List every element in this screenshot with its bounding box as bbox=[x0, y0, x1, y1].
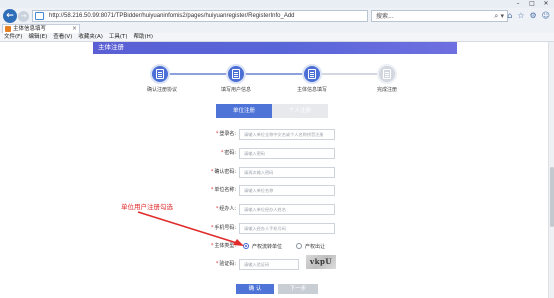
step-2-icon bbox=[226, 64, 246, 84]
gear-icon[interactable]: ⚙ bbox=[529, 11, 536, 21]
captcha-image[interactable]: vkpU bbox=[306, 255, 336, 269]
step-4-label: 完成注册 bbox=[377, 87, 398, 93]
window-titlebar: – □ ✕ bbox=[0, 0, 554, 8]
radio-transfer-unit-label: 产权流转单位 bbox=[252, 243, 283, 250]
menu-favorites[interactable]: 收藏夹(A) bbox=[78, 33, 103, 41]
tab-unit-register[interactable]: 单位注册 bbox=[216, 104, 272, 118]
subject-type-options: 产权流转单位 产权出让 bbox=[243, 241, 325, 251]
toolbar-icons: ⌂ ☆ ⚙ ☺ bbox=[507, 11, 550, 21]
search-input[interactable]: ⌕ ▾ 搜索... bbox=[371, 10, 508, 22]
url-text: http://58.216.50.99:8071/TPBidder/huiyua… bbox=[49, 13, 295, 19]
login-placeholder: 请输入单位全称中文名或个人名称拼音注册 bbox=[244, 132, 324, 137]
form-row-captcha: *验证码: bbox=[150, 258, 236, 270]
menu-view[interactable]: 查看(V) bbox=[53, 33, 72, 41]
password-placeholder: 请输入密码 bbox=[244, 151, 265, 156]
home-icon[interactable]: ⌂ bbox=[507, 11, 512, 21]
phone-input[interactable]: 请输入经办人手机号码 bbox=[239, 223, 335, 234]
next-step-button[interactable]: 下一步 bbox=[278, 284, 318, 294]
password-input[interactable]: 请输入密码 bbox=[239, 148, 335, 159]
form-row-login: *登录名: bbox=[150, 128, 236, 140]
register-type-tabs: 单位注册 个人注册 bbox=[216, 104, 328, 118]
unit-name-input[interactable]: 请输入单位名称 bbox=[239, 185, 335, 196]
login-label: *登录名: bbox=[215, 131, 236, 137]
radio-unchecked-icon[interactable] bbox=[296, 243, 303, 249]
confirm-password-label: *确认密码: bbox=[210, 169, 236, 175]
handler-input[interactable]: 请输入单位经办人姓名 bbox=[239, 204, 335, 215]
unit-name-placeholder: 请输入单位名称 bbox=[244, 188, 274, 193]
confirm-button[interactable]: 确 认 bbox=[236, 284, 274, 294]
address-bar: ← → http://58.216.50.99:8071/TPBidder/hu… bbox=[0, 8, 554, 24]
step-1-icon bbox=[150, 64, 170, 84]
tab-favicon bbox=[5, 26, 11, 32]
tab-title: 主体信息填写 bbox=[13, 26, 47, 32]
captcha-label: *验证码: bbox=[215, 261, 236, 267]
form-row-password: *密码: bbox=[150, 147, 236, 159]
menu-help[interactable]: 帮助(H) bbox=[134, 33, 153, 41]
menu-edit[interactable]: 编辑(E) bbox=[28, 33, 47, 41]
step-2-label: 填写用户信息 bbox=[221, 87, 252, 93]
tab-current[interactable]: 主体信息填写 × bbox=[2, 24, 80, 33]
login-input[interactable]: 请输入单位全称中文名或个人名称拼音注册 bbox=[239, 129, 335, 140]
radio-transferor-label: 产权出让 bbox=[305, 243, 326, 250]
page-title: 主体注册 bbox=[98, 43, 124, 51]
unit-name-label: *单位名称: bbox=[210, 187, 236, 193]
page-banner: 主体注册 bbox=[93, 42, 457, 54]
captcha-placeholder: 请输入验证码 bbox=[244, 262, 270, 267]
form-row-unit-name: *单位名称: bbox=[150, 184, 236, 196]
password-label: *密码: bbox=[220, 150, 236, 156]
menu-bar: 文件(F) 编辑(E) 查看(V) 收藏夹(A) 工具(T) 帮助(H) bbox=[0, 33, 554, 42]
annotation-arrow-icon bbox=[137, 211, 244, 246]
search-icon[interactable]: ⌕ ▾ bbox=[494, 12, 504, 21]
radio-transferor[interactable]: 产权出让 bbox=[296, 241, 325, 251]
page-content: 主体注册 确认注册协议 填写用户信息 主体信息填写 完成注册 单位注册 个人注册… bbox=[0, 42, 548, 298]
step-3-icon bbox=[302, 64, 322, 84]
scrollbar-thumb[interactable] bbox=[550, 167, 554, 227]
phone-placeholder: 请输入经办人手机号码 bbox=[244, 226, 286, 231]
smiley-icon[interactable]: ☺ bbox=[542, 11, 550, 21]
forward-icon[interactable]: → bbox=[18, 11, 29, 22]
maximize-icon[interactable]: □ bbox=[526, 0, 538, 7]
confirm-password-input[interactable]: 请再次输入密码 bbox=[239, 167, 335, 178]
page-icon bbox=[35, 12, 44, 20]
url-field[interactable]: http://58.216.50.99:8071/TPBidder/huiyua… bbox=[32, 10, 368, 22]
step-1-label: 确认注册协议 bbox=[147, 87, 178, 93]
tab-close-icon[interactable]: × bbox=[72, 25, 77, 33]
back-icon[interactable]: ← bbox=[3, 9, 17, 23]
step-3-label: 主体信息填写 bbox=[297, 87, 328, 93]
confirm-password-placeholder: 请再次输入密码 bbox=[244, 170, 274, 175]
vertical-scrollbar[interactable] bbox=[548, 42, 554, 298]
close-icon[interactable]: ✕ bbox=[540, 0, 552, 7]
window-controls: – □ ✕ bbox=[512, 0, 552, 8]
minimize-icon[interactable]: – bbox=[512, 0, 524, 7]
form-row-confirm-password: *确认密码: bbox=[150, 166, 236, 178]
step-4-icon bbox=[377, 64, 397, 84]
menu-file[interactable]: 文件(F) bbox=[4, 33, 22, 41]
search-placeholder: 搜索... bbox=[376, 13, 394, 20]
tab-personal-register[interactable]: 个人注册 bbox=[272, 104, 328, 118]
captcha-input[interactable]: 请输入验证码 bbox=[239, 259, 299, 270]
handler-placeholder: 请输入单位经办人姓名 bbox=[244, 207, 286, 212]
tab-bar: 主体信息填写 × bbox=[0, 24, 554, 33]
favorites-icon[interactable]: ☆ bbox=[517, 11, 524, 21]
menu-tools[interactable]: 工具(T) bbox=[109, 33, 128, 41]
